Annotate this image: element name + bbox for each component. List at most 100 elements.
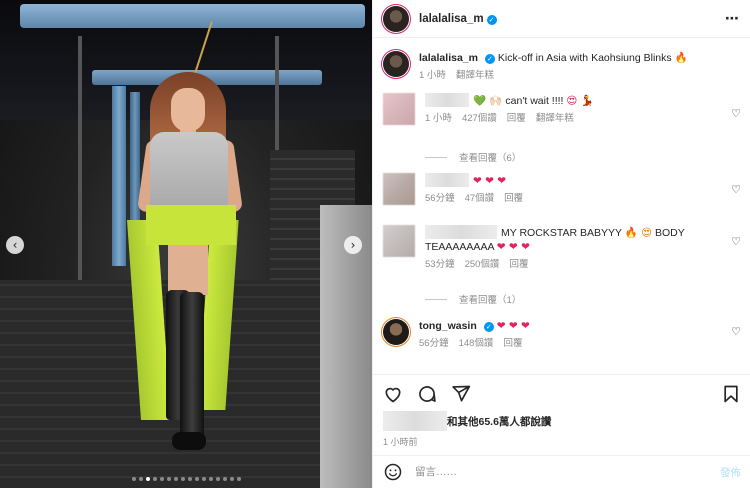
- reply-button[interactable]: 回覆: [509, 258, 528, 272]
- performer-top: [150, 132, 228, 208]
- comment-likes[interactable]: 427個讚: [462, 112, 497, 126]
- comment-body: 💚 🙌🏻 can't wait !!!! 😍 💃 1 小時 427個讚 回覆 翻…: [425, 93, 741, 126]
- comment-meta: 56分鐘 148個讚 回覆: [419, 337, 741, 351]
- carousel-dot: [215, 477, 220, 481]
- likes-summary-text[interactable]: 和其他65.6萬人都說讚: [447, 414, 551, 429]
- caption: lalalalisa_m ✓ Kick-off in Asia with Kaoh…: [419, 51, 741, 83]
- comment-like-icon[interactable]: ♡: [731, 107, 741, 120]
- comment-meta: 1 小時 427個讚 回覆 翻譯年糕: [425, 112, 741, 126]
- caption-row: lalalalisa_m ✓ Kick-off in Asia with Kaoh…: [383, 51, 741, 83]
- view-replies-button[interactable]: 查看回覆（1）: [425, 292, 521, 306]
- verified-icon: ✓: [486, 14, 497, 25]
- caption-username[interactable]: lalalalisa_m: [419, 52, 478, 64]
- comment-time: 56分鐘: [425, 193, 455, 204]
- comment-composer: 發佈: [373, 455, 750, 488]
- post-actions: 和其他65.6萬人都說讚 1 小時前: [373, 374, 750, 448]
- carousel-dot: [159, 477, 164, 481]
- replies-line: [425, 156, 447, 158]
- carousel-dot: [236, 477, 241, 481]
- comment-meta: 56分鐘 47個讚 回覆: [425, 192, 741, 206]
- performer-face: [171, 88, 205, 132]
- author-username-text[interactable]: lalalalisa_m: [419, 13, 484, 25]
- caption-meta: 1 小時 翻譯年糕: [419, 69, 741, 83]
- translate-link[interactable]: 翻譯年糕: [536, 112, 574, 126]
- comment-bubble-icon[interactable]: [417, 384, 437, 404]
- reply-button[interactable]: 回覆: [503, 337, 522, 351]
- commenter-avatar[interactable]: [383, 319, 409, 345]
- comment-body: tong_wasin ✓ ❤ ❤ ❤ 56分鐘 148個讚 回覆: [419, 319, 741, 351]
- author-avatar[interactable]: [383, 51, 409, 77]
- carousel-dot: [152, 477, 157, 481]
- blurred-avatar[interactable]: [383, 173, 415, 205]
- caption-text: Kick-off in Asia with Kaohsiung Blinks: [497, 52, 672, 64]
- commenter-username[interactable]: tong_wasin: [419, 320, 477, 332]
- comment-row: MY ROCKSTAR BABYYY 🔥 😍 BODY TEAAAAAAAA ❤…: [383, 225, 741, 272]
- performer-leg: [188, 245, 208, 295]
- comment-row: tong_wasin ✓ ❤ ❤ ❤ 56分鐘 148個讚 回覆 ♡: [383, 319, 741, 351]
- translate-link[interactable]: 翻譯年糕: [456, 69, 494, 83]
- blurred-username[interactable]: [425, 173, 469, 187]
- post-time: 1 小時前: [383, 437, 418, 447]
- carousel-dot: [180, 477, 185, 481]
- comment-emoji: ❤ ❤ ❤: [496, 241, 530, 253]
- view-replies-button[interactable]: 查看回覆（6）: [425, 150, 521, 164]
- post-comment-button[interactable]: 發佈: [720, 465, 741, 480]
- carousel-prev-button[interactable]: ‹: [6, 236, 24, 254]
- comment-emoji: 💚 🙌🏻: [473, 95, 503, 107]
- comment-emoji: 😍 💃: [566, 95, 594, 107]
- share-send-icon[interactable]: [451, 384, 471, 404]
- carousel-dot: [222, 477, 227, 481]
- comment-time: 1 小時: [425, 113, 452, 124]
- photo-pipe: [112, 86, 126, 266]
- comment-likes[interactable]: 47個讚: [465, 192, 495, 206]
- carousel-dot: [208, 477, 213, 481]
- verified-icon: ✓: [484, 54, 495, 64]
- reply-button[interactable]: 回覆: [507, 112, 526, 126]
- author-username[interactable]: lalalalisa_m ✓: [419, 13, 497, 25]
- action-icons: [383, 383, 741, 405]
- blurred-liker-username[interactable]: [383, 411, 447, 431]
- comment-text: MY ROCKSTAR BABYYY: [501, 227, 622, 239]
- post-side-panel: lalalalisa_m ✓ ⋯ lalalalisa_m ✓ Kick-off i…: [372, 0, 750, 488]
- comment-emoji: 🔥 😍: [624, 227, 653, 239]
- comment-like-icon[interactable]: ♡: [731, 235, 741, 248]
- fire-emoji: 🔥: [674, 52, 688, 64]
- comment-like-icon[interactable]: ♡: [731, 325, 741, 338]
- carousel-next-button[interactable]: ›: [344, 236, 362, 254]
- blurred-username[interactable]: [425, 93, 469, 107]
- blurred-avatar[interactable]: [383, 225, 415, 257]
- comment-time: 56分鐘: [419, 338, 449, 349]
- view-replies-label[interactable]: 查看回覆（6）: [459, 150, 521, 164]
- carousel-dot: [201, 477, 206, 481]
- comment-body: ❤ ❤ ❤ 56分鐘 47個讚 回覆: [425, 173, 741, 206]
- photo-rail: [78, 36, 82, 296]
- comment-time: 53分鐘: [425, 259, 455, 270]
- comment-row: ❤ ❤ ❤ 56分鐘 47個讚 回覆 ♡: [383, 173, 741, 206]
- likes-summary[interactable]: 和其他65.6萬人都說讚: [383, 411, 741, 431]
- author-avatar[interactable]: [383, 5, 409, 32]
- like-heart-icon[interactable]: [383, 384, 403, 404]
- comment-like-icon[interactable]: ♡: [731, 183, 741, 196]
- comment-input[interactable]: [415, 466, 720, 478]
- comment-body: MY ROCKSTAR BABYYY 🔥 😍 BODY TEAAAAAAAA ❤…: [425, 225, 741, 272]
- carousel-dot: [166, 477, 171, 481]
- view-replies-label[interactable]: 查看回覆（1）: [459, 292, 521, 306]
- bookmark-icon[interactable]: [721, 384, 741, 404]
- carousel-dot: [145, 477, 150, 481]
- comment-emoji: ❤ ❤ ❤: [496, 320, 530, 332]
- replies-line: [425, 298, 447, 300]
- comment-likes[interactable]: 250個讚: [465, 258, 500, 272]
- performer-skirt: [146, 205, 236, 245]
- reply-button[interactable]: 回覆: [504, 192, 523, 206]
- carousel-dot: [173, 477, 178, 481]
- carousel-indicator: [0, 477, 372, 481]
- comment-meta: 53分鐘 250個讚 回覆: [425, 258, 741, 272]
- emoji-picker-icon[interactable]: [383, 462, 403, 482]
- more-options-icon[interactable]: ⋯: [725, 11, 740, 27]
- blurred-avatar[interactable]: [383, 93, 415, 125]
- comments-feed[interactable]: lalalalisa_m ✓ Kick-off in Asia with Kaoh…: [373, 39, 750, 373]
- post-photo: ‹ ›: [0, 0, 372, 488]
- blurred-username[interactable]: [425, 225, 497, 239]
- performer-boot-sole: [172, 432, 206, 450]
- comment-likes[interactable]: 148個讚: [459, 337, 494, 351]
